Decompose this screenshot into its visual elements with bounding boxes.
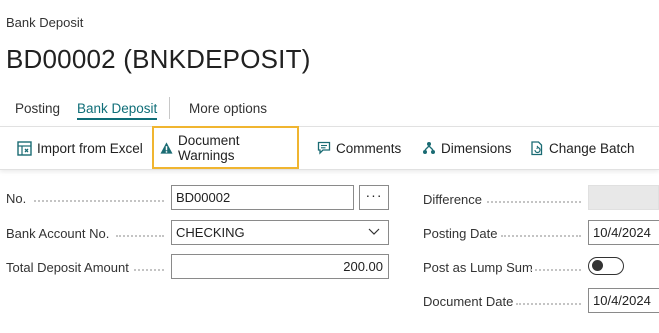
comments-button[interactable]: Comments (317, 127, 401, 169)
bank-account-no-label: Bank Account No. (6, 226, 110, 241)
total-deposit-amount-label: Total Deposit Amount (6, 260, 129, 275)
nav-tabs: Posting Bank Deposit More options (0, 96, 659, 124)
leader-dots (134, 268, 164, 271)
leader-dots (530, 268, 581, 271)
posting-date-label: Posting Date (423, 226, 498, 241)
dimensions-label: Dimensions (441, 140, 512, 156)
difference-label: Difference (423, 192, 483, 207)
difference-field (588, 185, 659, 210)
change-batch-label: Change Batch (549, 140, 635, 156)
no-field[interactable]: BD00002 (171, 185, 354, 210)
dimensions-icon (423, 142, 435, 154)
action-bar: Import from Excel Document Warnings Comm… (0, 126, 659, 170)
post-as-lump-sum-label: Post as Lump Sum (423, 260, 533, 275)
import-from-excel-button[interactable]: Import from Excel (17, 127, 143, 169)
breadcrumb[interactable]: Bank Deposit (6, 15, 83, 30)
leader-dots (116, 234, 164, 237)
toggle-knob (592, 260, 603, 271)
comment-icon (317, 141, 331, 155)
tab-posting[interactable]: Posting (15, 101, 60, 116)
tab-bank-deposit[interactable]: Bank Deposit (77, 101, 158, 120)
leader-dots (516, 302, 581, 305)
document-warnings-label: Document Warnings (177, 132, 240, 163)
no-lookup-button[interactable]: ··· (359, 185, 389, 210)
post-as-lump-sum-toggle[interactable] (588, 257, 624, 275)
no-label: No. (6, 191, 27, 206)
import-from-excel-label: Import from Excel (37, 140, 143, 156)
posting-date-field[interactable]: 10/4/2024 (588, 220, 659, 245)
nav-divider (169, 97, 170, 119)
change-batch-button[interactable]: Change Batch (530, 127, 635, 169)
warning-icon (160, 141, 173, 154)
page-title: BD00002 (BNKDEPOSIT) (6, 44, 311, 74)
document-date-field[interactable]: 10/4/2024 (588, 288, 659, 313)
leader-dots (501, 234, 581, 237)
change-batch-icon (531, 140, 543, 155)
document-date-label: Document Date (423, 294, 514, 309)
excel-import-icon (17, 140, 32, 156)
tab-more-options[interactable]: More options (189, 101, 267, 116)
leader-dots (487, 200, 581, 203)
leader-dots (34, 199, 164, 202)
comments-label: Comments (336, 140, 402, 156)
total-deposit-amount-field[interactable]: 200.00 (171, 254, 389, 279)
document-warnings-button[interactable]: Document Warnings (152, 126, 299, 169)
dimensions-button[interactable]: Dimensions (422, 127, 512, 169)
bank-account-no-value: CHECKING (176, 225, 245, 240)
bank-account-no-select[interactable]: CHECKING (171, 220, 389, 245)
chevron-down-icon (368, 228, 380, 235)
